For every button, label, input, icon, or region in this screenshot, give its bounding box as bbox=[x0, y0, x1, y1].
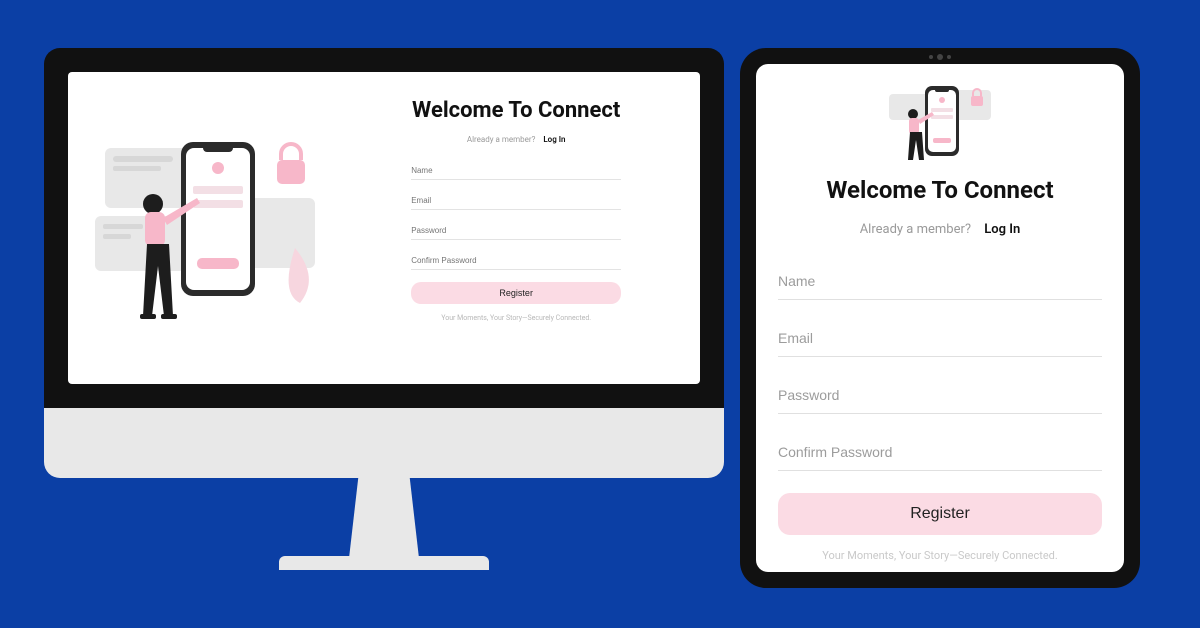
tablet-camera-icon bbox=[929, 54, 951, 60]
desktop-mockup: Welcome To Connect Already a member? Log… bbox=[44, 48, 724, 570]
signup-form bbox=[411, 158, 621, 278]
desktop-form-panel: Welcome To Connect Already a member? Log… bbox=[352, 72, 700, 384]
password-field[interactable] bbox=[411, 220, 621, 240]
tagline: Your Moments, Your Story—Securely Connec… bbox=[822, 549, 1058, 562]
confirm-password-field[interactable] bbox=[778, 434, 1102, 471]
desktop-bezel: Welcome To Connect Already a member? Log… bbox=[44, 48, 724, 408]
name-field[interactable] bbox=[778, 263, 1102, 300]
desktop-chin bbox=[44, 408, 724, 478]
email-field[interactable] bbox=[778, 320, 1102, 357]
member-prompt-text: Already a member? bbox=[860, 222, 971, 237]
register-button[interactable]: Register bbox=[411, 282, 621, 304]
tagline: Your Moments, Your Story—Securely Connec… bbox=[441, 314, 591, 322]
member-prompt-text: Already a member? bbox=[467, 135, 536, 144]
desktop-illustration-panel bbox=[68, 72, 352, 384]
signup-form bbox=[778, 263, 1102, 491]
tablet-screen: Welcome To Connect Already a member? Log… bbox=[756, 64, 1124, 572]
tablet-mockup: Welcome To Connect Already a member? Log… bbox=[740, 48, 1140, 588]
register-button[interactable]: Register bbox=[778, 493, 1102, 535]
desktop-foot bbox=[279, 556, 489, 570]
email-field[interactable] bbox=[411, 190, 621, 210]
member-prompt-row: Already a member? Log In bbox=[860, 222, 1021, 237]
signup-illustration bbox=[885, 82, 995, 168]
tablet-content: Welcome To Connect Already a member? Log… bbox=[756, 64, 1124, 572]
login-link[interactable]: Log In bbox=[984, 222, 1020, 237]
confirm-password-field[interactable] bbox=[411, 250, 621, 270]
page-title: Welcome To Connect bbox=[826, 176, 1053, 204]
page-title: Welcome To Connect bbox=[412, 98, 620, 123]
signup-illustration bbox=[95, 108, 325, 348]
member-prompt-row: Already a member? Log In bbox=[467, 135, 566, 144]
name-field[interactable] bbox=[411, 160, 621, 180]
password-field[interactable] bbox=[778, 377, 1102, 414]
desktop-screen: Welcome To Connect Already a member? Log… bbox=[68, 72, 700, 384]
desktop-stand bbox=[338, 478, 430, 558]
login-link[interactable]: Log In bbox=[543, 135, 565, 144]
